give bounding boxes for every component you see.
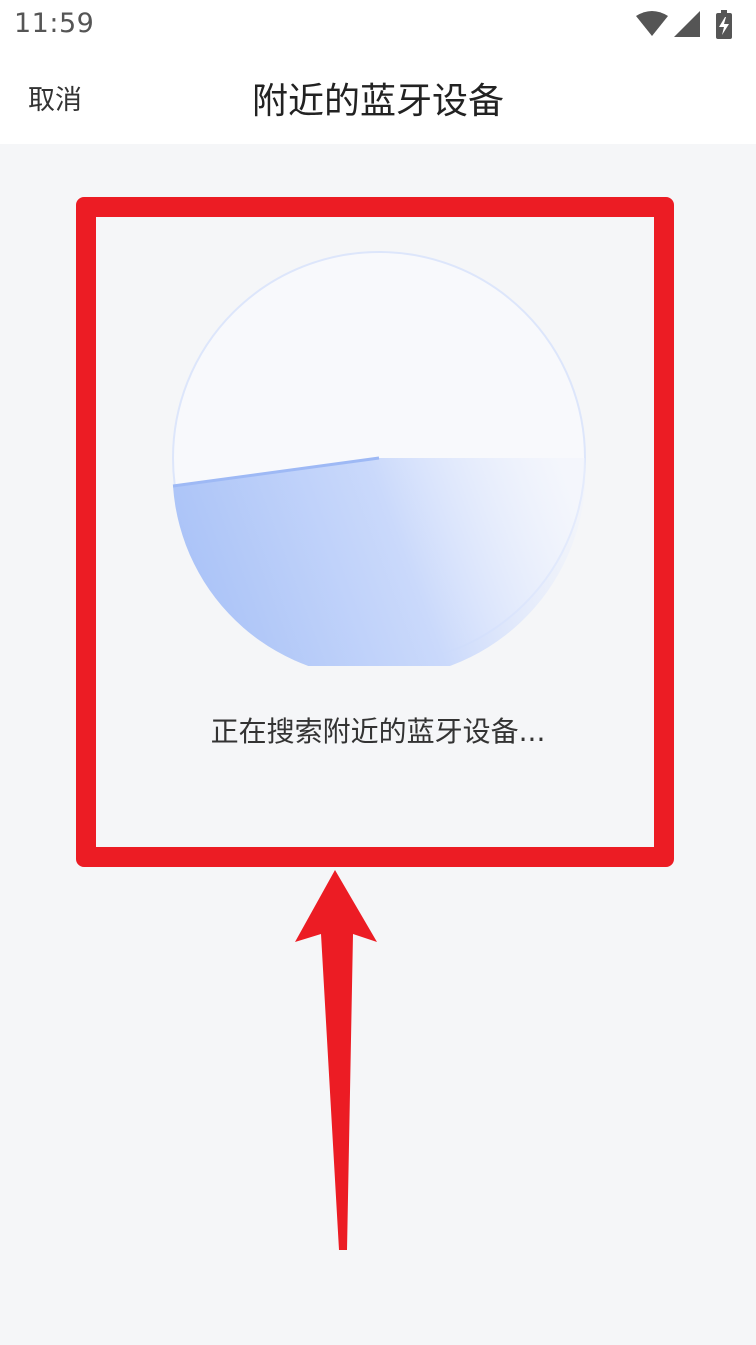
status-time: 11:59: [14, 8, 95, 39]
nav-bar: 取消 附近的蓝牙设备: [0, 52, 756, 144]
status-bar: 11:59: [0, 0, 756, 52]
search-status-text: 正在搜索附近的蓝牙设备...: [210, 715, 546, 748]
bluetooth-scan-radar: [172, 251, 586, 666]
battery-charging-icon: [716, 10, 732, 39]
radar-sweep: [173, 458, 586, 666]
cellular-signal-icon: [674, 11, 700, 37]
page-title: 附近的蓝牙设备: [251, 81, 504, 122]
status-icons: [636, 10, 732, 39]
wifi-icon: [636, 11, 668, 36]
